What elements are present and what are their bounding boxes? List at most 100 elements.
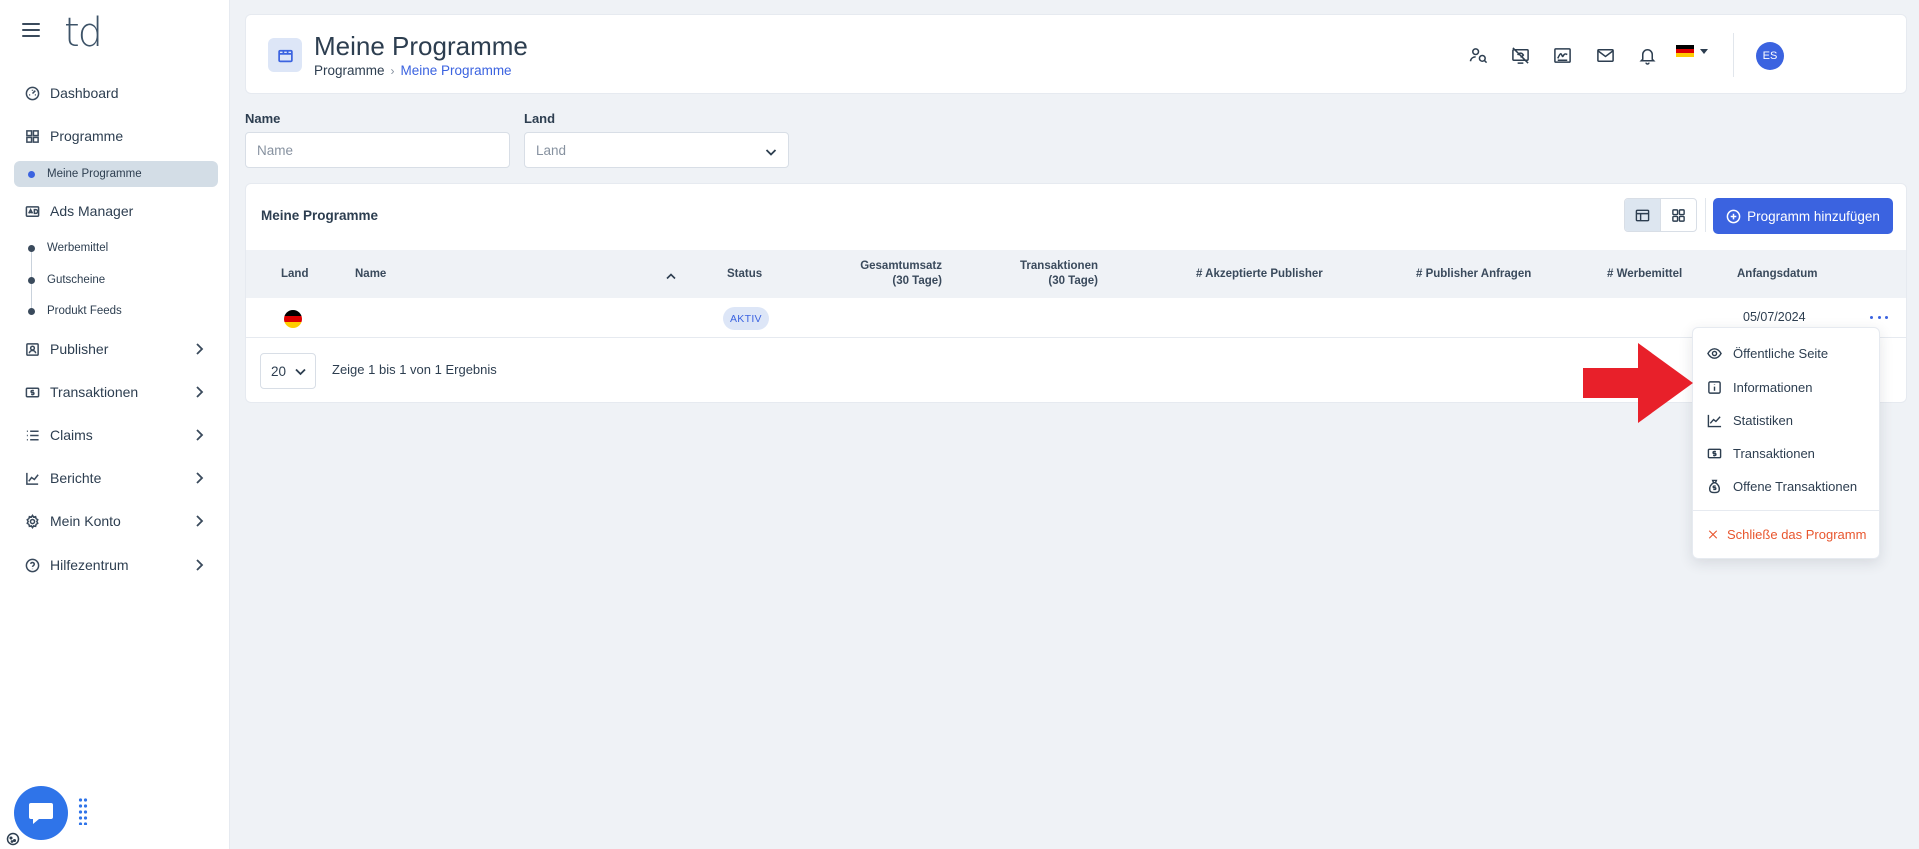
sidebar-item-dashboard[interactable]: Dashboard [14, 79, 218, 107]
menu-item-close-program[interactable]: Schließe das Programm [1693, 519, 1879, 549]
breadcrumb: Programme › Meine Programme [314, 63, 512, 78]
bullet-icon [28, 307, 35, 315]
column-header-status[interactable]: Status [727, 267, 762, 282]
menu-item-informationen[interactable]: Informationen [1693, 372, 1879, 402]
sidebar-subitem-label: Produkt Feeds [47, 305, 122, 317]
column-header-gesamtumsatz[interactable]: Gesamtumsatz (30 Tage) [846, 259, 942, 289]
menu-item-offene-transaktionen[interactable]: Offene Transaktionen [1693, 471, 1879, 501]
menu-item-label: Statistiken [1733, 412, 1793, 428]
money-icon [24, 384, 40, 400]
column-header-anfangsdatum[interactable]: Anfangsdatum [1737, 267, 1818, 282]
column-header-transaktionen[interactable]: Transaktionen (30 Tage) [998, 259, 1098, 289]
sidebar-item-gutscheine[interactable]: Gutscheine [14, 267, 218, 293]
more-actions-icon[interactable] [1870, 309, 1888, 325]
sidebar-item-claims[interactable]: Claims [14, 421, 218, 449]
header-divider [1733, 33, 1734, 77]
sidebar-item-label: Transaktionen [50, 384, 139, 400]
language-switcher[interactable] [1676, 45, 1708, 57]
active-dot-icon [28, 170, 35, 178]
sidebar-item-mein-konto[interactable]: Mein Konto [14, 507, 218, 535]
add-program-button[interactable]: Programm hinzufügen [1713, 198, 1893, 234]
sidebar-item-label: Mein Konto [50, 513, 121, 529]
status-badge: AKTIV [723, 307, 769, 330]
column-header-akzeptierte-publisher[interactable]: # Akzeptierte Publisher [1196, 267, 1323, 282]
bullet-icon [28, 276, 35, 284]
dashboard-icon [24, 85, 40, 101]
name-filter-input[interactable] [245, 132, 510, 168]
column-header-gesamtumsatz-label: Gesamtumsatz [860, 260, 942, 272]
chevron-right-icon [194, 558, 204, 572]
menu-item-label: Transaktionen [1733, 445, 1815, 461]
avatar[interactable]: ES [1756, 42, 1784, 70]
logo: td [64, 10, 103, 56]
cookie-settings-icon[interactable] [6, 832, 20, 846]
hamburger-menu-icon[interactable] [22, 23, 40, 37]
column-header-transaktionen-label: Transaktionen [1020, 260, 1098, 272]
sidebar-item-produkt-feeds[interactable]: Produkt Feeds [14, 298, 218, 324]
plus-circle-icon [1726, 209, 1741, 223]
results-summary: Zeige 1 bis 1 von 1 Ergebnis [332, 362, 497, 377]
chevron-right-icon [194, 385, 204, 399]
bell-icon[interactable] [1636, 44, 1658, 66]
menu-item-transaktionen[interactable]: Transaktionen [1693, 438, 1879, 468]
annotation-arrow-icon [1583, 343, 1693, 423]
country-select-placeholder: Land [536, 142, 567, 158]
sidebar-item-label: Publisher [50, 341, 109, 357]
menu-item-statistiken[interactable]: Statistiken [1693, 405, 1879, 435]
column-header-land[interactable]: Land [281, 267, 308, 282]
menu-item-oeffentliche-seite[interactable]: Öffentliche Seite [1693, 338, 1879, 368]
drag-handle-icon[interactable] [78, 797, 88, 826]
publisher-icon [24, 341, 40, 357]
user-search-icon[interactable] [1467, 44, 1489, 66]
help-icon [24, 557, 40, 573]
mail-icon[interactable] [1594, 44, 1616, 66]
start-date-cell: 05/07/2024 [1743, 310, 1806, 324]
page-header: Meine Programme Programme › Meine Progra… [245, 14, 1907, 94]
column-header-publisher-anfragen[interactable]: # Publisher Anfragen [1416, 267, 1531, 282]
chat-button[interactable] [14, 786, 68, 840]
table-icon [1635, 209, 1650, 221]
page-title: Meine Programme [314, 31, 528, 61]
country-filter-select[interactable]: Land [524, 132, 789, 168]
ads-icon [24, 203, 40, 219]
name-filter-label: Name [245, 111, 281, 126]
column-header-name[interactable]: Name [355, 267, 386, 282]
page-size-select[interactable]: 20 [260, 353, 316, 389]
package-icon [268, 38, 302, 72]
breadcrumb-current[interactable]: Meine Programme [401, 63, 512, 78]
country-filter-label: Land [524, 111, 556, 126]
toolbar-divider [1705, 198, 1706, 232]
bullet-icon [28, 244, 35, 252]
sidebar-item-hilfezentrum[interactable]: Hilfezentrum [14, 551, 218, 579]
info-icon [1707, 380, 1722, 395]
sidebar-item-meine-programme[interactable]: Meine Programme [14, 161, 218, 187]
breadcrumb-programme[interactable]: Programme [314, 63, 385, 78]
chevron-right-icon [194, 342, 204, 356]
hidden-screen-icon[interactable] [1509, 44, 1531, 66]
grid-icon [1672, 208, 1685, 222]
signature-icon[interactable] [1551, 44, 1573, 66]
list-icon [24, 427, 40, 443]
sidebar-item-ads-manager[interactable]: Ads Manager [14, 197, 218, 225]
de-flag-icon [284, 310, 302, 328]
sidebar-item-label: Hilfezentrum [50, 557, 129, 573]
sidebar-item-werbemittel[interactable]: Werbemittel [14, 235, 218, 261]
sort-asc-icon[interactable] [666, 267, 676, 280]
caret-down-icon [1700, 48, 1708, 54]
sidebar-item-berichte[interactable]: Berichte [14, 464, 218, 492]
column-header-transaktionen-sub: (30 Tage) [1048, 275, 1098, 287]
table-row[interactable]: AKTIV 05/07/2024 [246, 298, 1906, 338]
column-header-werbemittel[interactable]: # Werbemittel [1607, 267, 1682, 282]
grid-view-button[interactable] [1661, 199, 1696, 231]
sidebar-subitem-label: Gutscheine [47, 274, 106, 286]
sidebar-item-publisher[interactable]: Publisher [14, 335, 218, 363]
de-flag-icon [1676, 45, 1694, 57]
sidebar-item-label: Claims [50, 427, 93, 443]
chevron-right-icon [194, 471, 204, 485]
sidebar-item-transaktionen[interactable]: Transaktionen [14, 378, 218, 406]
breadcrumb-separator: › [390, 63, 395, 78]
sidebar-item-programme[interactable]: Programme [14, 122, 218, 150]
table-view-button[interactable] [1625, 199, 1661, 231]
sidebar-item-label: Dashboard [50, 85, 119, 101]
card-title: Meine Programme [261, 208, 379, 223]
